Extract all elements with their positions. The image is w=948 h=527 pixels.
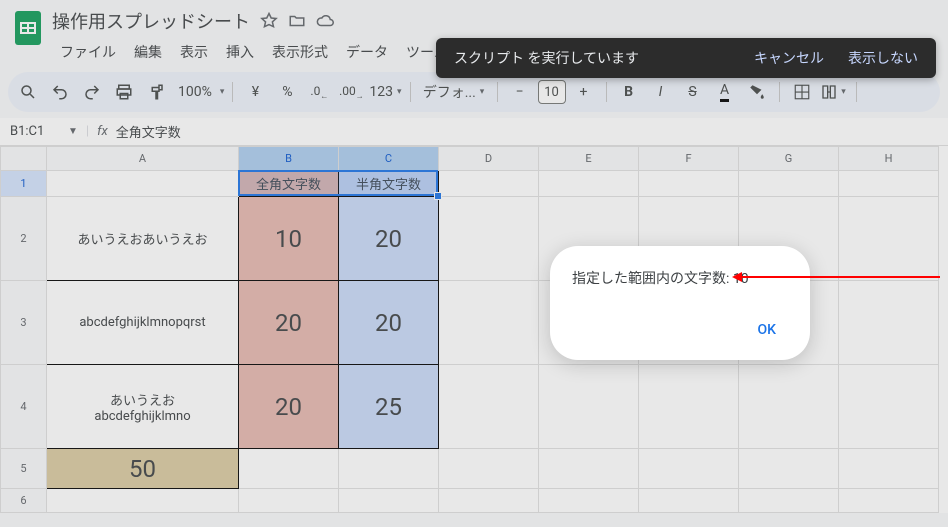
row-header-3[interactable]: 3 [1,281,47,365]
menu-data[interactable]: データ [338,38,396,66]
text-color-button[interactable]: A [711,78,739,106]
menu-insert[interactable]: 挿入 [218,38,262,66]
name-box-dropdown-icon[interactable]: ▼ [68,126,78,137]
cell-A4-line1: あいうえお [47,390,238,409]
merge-button[interactable] [820,78,848,106]
row-header-5[interactable]: 5 [1,449,47,489]
alert-text: 指定した範囲内の文字数: 10 [572,268,788,288]
cell-B1[interactable]: 全角文字数 [239,171,339,197]
font-select[interactable]: デフォ... [419,78,489,106]
row-header-6[interactable]: 6 [1,489,47,513]
alert-ok-button[interactable]: OK [746,316,789,344]
font-size-plus[interactable]: + [570,78,598,106]
menu-view[interactable]: 表示 [172,38,216,66]
paint-format-icon[interactable] [142,78,170,106]
cell-B5[interactable] [239,449,339,489]
cell-A2[interactable]: あいうえおあいうえお [47,197,239,281]
cell-C3[interactable]: 20 [339,281,439,365]
col-header-G[interactable]: G [739,147,839,171]
cell-A5[interactable]: 50 [47,449,239,489]
redo-icon[interactable] [78,78,106,106]
cell-C2[interactable]: 20 [339,197,439,281]
toast-dismiss-button[interactable]: 表示しない [848,48,918,68]
row-header-2[interactable]: 2 [1,197,47,281]
cell-C5[interactable] [339,449,439,489]
toast-cancel-button[interactable]: キャンセル [754,48,824,68]
cell-A3[interactable]: abcdefghijklmnopqrst [47,281,239,365]
row-header-1[interactable]: 1 [1,171,47,197]
row-header-4[interactable]: 4 [1,365,47,449]
borders-button[interactable] [788,78,816,106]
formula-input[interactable]: 全角文字数 [116,122,181,141]
select-all-corner[interactable] [1,147,47,171]
cell-C1[interactable]: 半角文字数 [339,171,439,197]
number-format-button[interactable]: 123 [369,78,401,106]
toolbar: 100% ¥ % .0← .00→ 123 デフォ... − 10 + B I … [8,72,940,112]
col-header-F[interactable]: F [639,147,739,171]
decrease-decimal-button[interactable]: .0← [305,78,333,106]
strike-button[interactable]: S [679,78,707,106]
bold-button[interactable]: B [615,78,643,106]
menu-edit[interactable]: 編集 [126,38,170,66]
col-header-C[interactable]: C [339,147,439,171]
search-icon[interactable] [14,78,42,106]
toast-message: スクリプト を実行しています [454,48,730,68]
col-header-B[interactable]: B [239,147,339,171]
cell-D1[interactable] [439,171,539,197]
cloud-status-icon[interactable] [316,12,334,30]
menu-format[interactable]: 表示形式 [264,38,336,66]
undo-icon[interactable] [46,78,74,106]
name-box[interactable]: B1:C1 [10,124,60,139]
star-icon[interactable] [260,12,278,30]
alert-dialog: 指定した範囲内の文字数: 10 OK [550,246,810,360]
cell-B4[interactable]: 20 [239,365,339,449]
zoom-select[interactable]: 100% [174,78,224,106]
col-header-D[interactable]: D [439,147,539,171]
increase-decimal-button[interactable]: .00→ [337,78,365,106]
print-icon[interactable] [110,78,138,106]
italic-button[interactable]: I [647,78,675,106]
fill-color-button[interactable] [743,78,771,106]
cell-B2[interactable]: 10 [239,197,339,281]
move-folder-icon[interactable] [288,12,306,30]
percent-button[interactable]: % [273,78,301,106]
cell-B3[interactable]: 20 [239,281,339,365]
formula-bar: B1:C1 ▼ | fx 全角文字数 [0,118,948,146]
font-size-input[interactable]: 10 [538,80,566,104]
cell-A1[interactable] [47,171,239,197]
col-header-E[interactable]: E [539,147,639,171]
cell-A4[interactable]: あいうえお abcdefghijklmno [47,365,239,449]
menu-file[interactable]: ファイル [52,38,124,66]
cell-C4[interactable]: 25 [339,365,439,449]
currency-button[interactable]: ¥ [241,78,269,106]
doc-title[interactable]: 操作用スプレッドシート [52,8,250,34]
col-header-H[interactable]: H [839,147,939,171]
fx-icon: fx [97,124,108,139]
font-size-minus[interactable]: − [506,78,534,106]
annotation-arrow [740,276,940,278]
col-header-A[interactable]: A [47,147,239,171]
script-running-toast: スクリプト を実行しています キャンセル 表示しない [436,38,936,78]
cell-A4-line2: abcdefghijklmno [47,409,238,424]
sheets-logo[interactable] [8,8,48,48]
